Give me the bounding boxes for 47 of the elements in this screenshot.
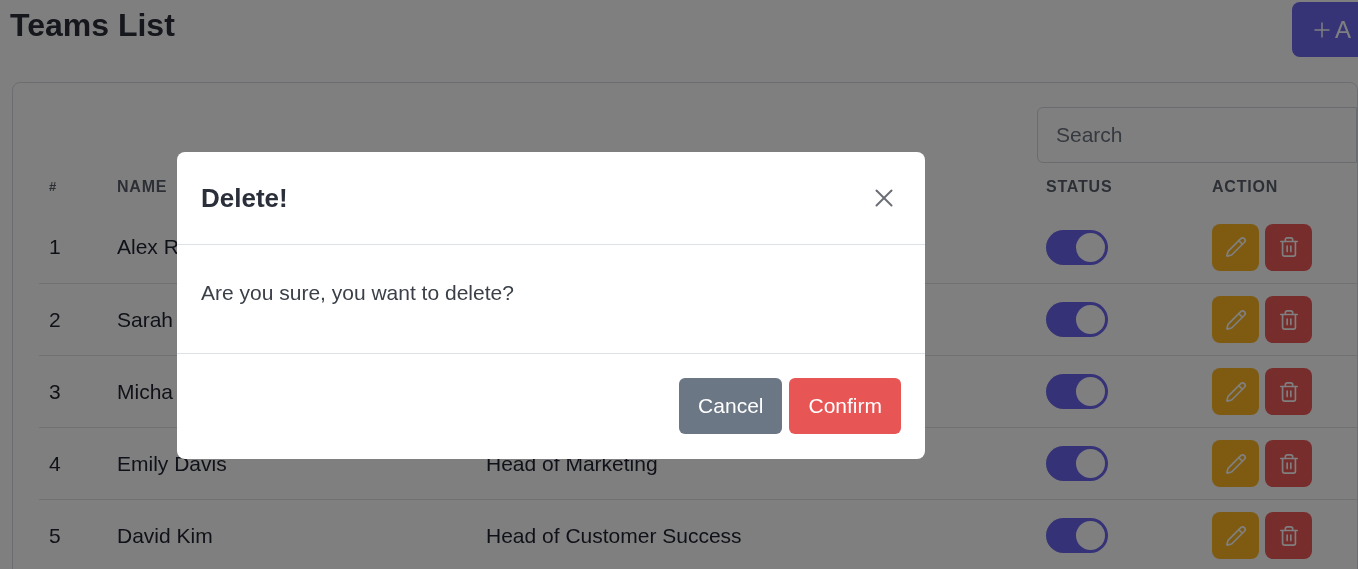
column-header: # (48, 178, 59, 197)
trash-icon (1277, 380, 1300, 403)
pencil-icon (1224, 236, 1247, 258)
row-number: 5 (48, 522, 62, 549)
column-header: NAME (117, 177, 168, 197)
member-name: Alex R (117, 234, 180, 261)
edit-button[interactable] (1212, 512, 1259, 559)
trash-icon (1277, 236, 1300, 258)
delete-button[interactable] (1265, 223, 1312, 271)
pencil-icon (1224, 308, 1247, 331)
member-name: Emily Davis (117, 450, 228, 477)
delete-button[interactable] (1265, 440, 1312, 487)
edit-button[interactable] (1212, 368, 1259, 415)
column-header: STATUS (1046, 177, 1114, 197)
delete-button[interactable] (1265, 296, 1312, 343)
row-number: 4 (48, 450, 62, 477)
cancel-button[interactable]: Cancel (679, 378, 783, 434)
row-number: 3 (48, 378, 62, 405)
status-toggle[interactable] (1046, 518, 1108, 553)
member-role: Head of Customer Success (486, 523, 742, 547)
status-toggle[interactable] (1046, 374, 1108, 409)
pencil-icon (1224, 380, 1247, 403)
search-field[interactable]: Search (1037, 107, 1357, 163)
edit-button[interactable] (1212, 296, 1259, 343)
page-title: Teams List (10, 9, 175, 41)
trash-icon (1277, 452, 1300, 475)
pencil-icon (1224, 524, 1247, 547)
status-toggle[interactable] (1046, 302, 1108, 337)
status-toggle[interactable] (1046, 229, 1108, 265)
member-name: Micha (117, 378, 175, 405)
add-button[interactable]: A (1292, 2, 1358, 57)
delete-button[interactable] (1265, 512, 1312, 559)
dialog-title: Delete! (201, 181, 288, 215)
column-header: ACTION (1212, 177, 1280, 197)
edit-button[interactable] (1212, 440, 1259, 487)
confirm-button[interactable]: Confirm (789, 378, 901, 434)
row-number: 2 (48, 306, 62, 333)
member-name: Sarah (117, 306, 175, 333)
trash-icon (1277, 524, 1300, 547)
delete-button[interactable] (1265, 368, 1312, 415)
pencil-icon (1224, 452, 1247, 475)
status-toggle[interactable] (1046, 446, 1108, 481)
edit-button[interactable] (1212, 223, 1259, 271)
dialog-message: Are you sure, you want to delete? (201, 280, 515, 306)
member-name: David Kim (117, 522, 214, 549)
trash-icon (1277, 308, 1300, 331)
row-number: 1 (48, 234, 62, 261)
